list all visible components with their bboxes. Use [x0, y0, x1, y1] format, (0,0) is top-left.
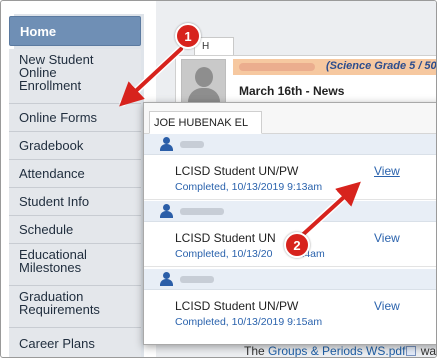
sidebar-item-educational-milestones[interactable]: Educational Milestones	[9, 244, 141, 286]
teacher-avatar	[181, 59, 226, 106]
callout-1-badge: 1	[175, 23, 201, 49]
form-status: Completed, 10/13/2019 9:13am	[175, 181, 323, 193]
teacher-name-redacted	[239, 63, 315, 71]
sidebar-item-online-forms[interactable]: Online Forms	[9, 104, 141, 132]
form-title: LCISD Student UN/PW	[175, 299, 299, 313]
callout-2-badge: 2	[284, 232, 310, 258]
class-title: (Science Grade 5 / 50	[326, 60, 437, 72]
pdf-icon	[406, 346, 417, 356]
view-link[interactable]: View	[374, 231, 400, 245]
sidebar-item-new-student-enrollment[interactable]: New Student Online Enrollment	[9, 49, 141, 104]
student-name-redacted	[180, 208, 224, 215]
sidebar-item-schedule[interactable]: Schedule	[9, 216, 141, 244]
sidebar-item-attendance[interactable]: Attendance	[9, 160, 141, 188]
form-title: LCISD Student UN/PW	[175, 164, 299, 178]
sidebar-item-gradebook[interactable]: Gradebook	[9, 132, 141, 160]
sidebar-item-home[interactable]: Home	[9, 16, 141, 46]
student-icon	[160, 137, 173, 151]
news-heading: March 16th - News	[239, 84, 345, 98]
online-forms-popup: JOE HUBENAK EL LCISD Student UN/PW Compl…	[143, 102, 436, 345]
form-row: LCISD Student UN/PW Completed, 10/13/201…	[144, 155, 436, 200]
form-row: LCISD Student UN/PW Completed, 10/13/201…	[144, 290, 436, 335]
form-title: LCISD Student UN	[175, 231, 276, 245]
attachment-line: The Groups & Periods WS.pdf wa	[244, 344, 437, 358]
student-row	[144, 201, 436, 222]
popup-header: JOE HUBENAK EL	[144, 103, 436, 134]
student-icon	[160, 272, 173, 286]
sidebar-item-career-plans[interactable]: Career Plans	[9, 328, 141, 357]
form-status: Completed, 10/13/2019 9:15am	[175, 316, 323, 328]
avatar-head-icon	[195, 67, 213, 87]
view-link[interactable]: View	[374, 164, 400, 178]
student-name-redacted	[180, 276, 214, 283]
screenshot-frame: H (Science Grade 5 / 50 March 16th - New…	[0, 0, 437, 358]
sidebar-item-graduation-requirements[interactable]: Graduation Requirements	[9, 286, 141, 328]
student-icon	[160, 204, 173, 218]
view-link[interactable]: View	[374, 299, 400, 313]
school-tab[interactable]: JOE HUBENAK EL	[149, 111, 262, 134]
attachment-link[interactable]: Groups & Periods WS.pdf	[268, 344, 405, 357]
student-row	[144, 269, 436, 290]
sidebar-item-student-info[interactable]: Student Info	[9, 188, 141, 216]
student-name-redacted	[180, 141, 204, 148]
student-row	[144, 134, 436, 155]
